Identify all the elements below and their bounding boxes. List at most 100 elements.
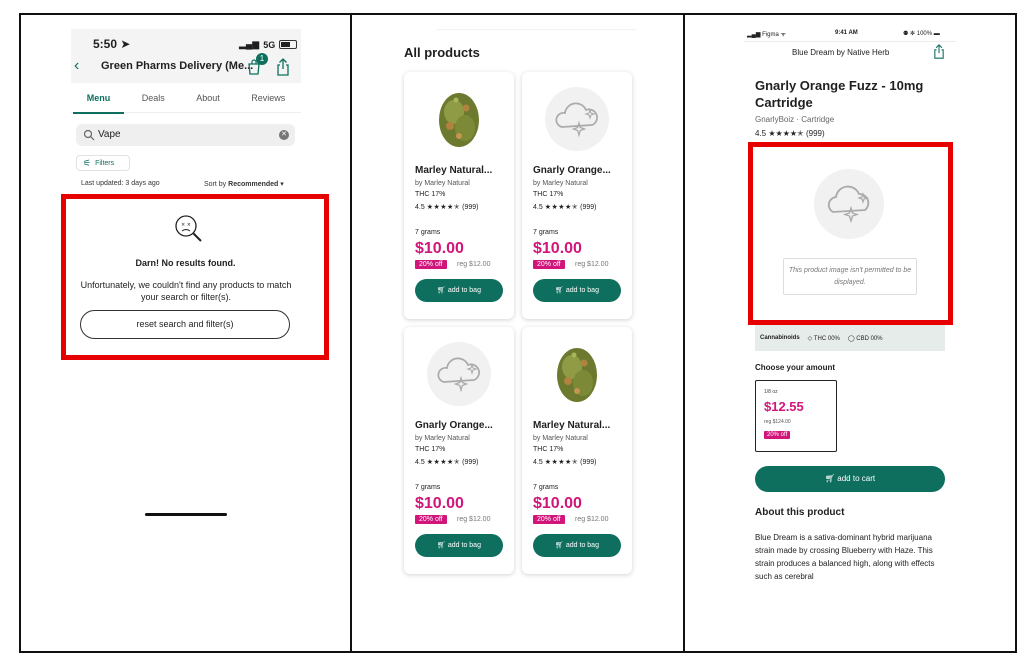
- stars-icon: ★★★★✭: [426, 459, 461, 466]
- highlight-box: [748, 142, 953, 325]
- product-image[interactable]: [426, 86, 492, 152]
- product-weight: 7 grams: [533, 229, 559, 236]
- product-brand: by Marley Natural: [415, 180, 470, 187]
- amount-option[interactable]: 1/8 oz $12.55 reg $124.00 20% off: [755, 380, 837, 452]
- discount-badge: 20% off: [415, 260, 447, 269]
- clear-search-icon[interactable]: ✕: [279, 130, 289, 140]
- product-card[interactable]: Gnarly Orange... by Marley Natural THC 17%…: [404, 327, 514, 574]
- stars-icon: ★★★★✭: [544, 459, 579, 466]
- stars-icon: ★★★★✭: [544, 204, 579, 211]
- product-thc: THC 17%: [415, 446, 446, 453]
- product-rating: 4.5 ★★★★✭ (999): [533, 204, 597, 211]
- regular-price: reg $12.00: [457, 516, 491, 523]
- status-battery: ⚉ ✻ 100% ▬: [903, 31, 940, 37]
- product-rating: 4.5 ★★★★✭ (999): [415, 459, 479, 466]
- top-divider: [437, 29, 637, 30]
- product-brand: by Marley Natural: [533, 435, 588, 442]
- cannabinoids-label: Cannabinoids: [760, 335, 800, 341]
- product-price: $10.00: [415, 240, 464, 257]
- filters-label: Filters: [95, 159, 115, 167]
- choose-amount-label: Choose your amount: [755, 363, 836, 372]
- image-placeholder-icon[interactable]: [544, 86, 610, 152]
- discount-badge: 20% off: [415, 515, 447, 524]
- all-products-screen: All products Marley Natural... by Marley …: [352, 15, 683, 651]
- svg-text:× ×: × ×: [181, 222, 191, 228]
- amount-discount-badge: 20% off: [764, 431, 791, 439]
- status-time: 5:50 ➤: [93, 37, 131, 51]
- product-brand: GnarlyBoiz · Cartridge: [755, 115, 835, 124]
- about-text: Blue Dream is a sativa-dominant hybrid m…: [755, 533, 935, 581]
- status-carrier: ▂▄▆ Figma ᯤ: [747, 32, 786, 38]
- status-time: 9:41 AM: [835, 30, 858, 36]
- discount-badge: 20% off: [533, 515, 565, 524]
- product-name[interactable]: Gnarly Orange...: [415, 420, 507, 431]
- share-icon[interactable]: [276, 58, 290, 76]
- product-price: $10.00: [415, 495, 464, 512]
- store-name: Blue Dream by Native Herb: [792, 48, 890, 57]
- search-results-screen: 5:50 ➤ ▂▄▆ 5G ‹ Green Pharms Delivery (M…: [21, 15, 350, 651]
- tab-reviews[interactable]: Reviews: [251, 91, 285, 113]
- product-weight: 7 grams: [533, 484, 559, 491]
- product-thc: THC 17%: [533, 446, 564, 453]
- regular-price: reg $12.00: [575, 261, 609, 268]
- network-label: 5G: [263, 39, 276, 50]
- sliders-icon: ⚟: [83, 157, 92, 168]
- product-thc: THC 17%: [415, 191, 446, 198]
- search-input[interactable]: Vape ✕: [76, 124, 295, 146]
- filters-button[interactable]: ⚟ Filters: [76, 155, 130, 171]
- no-results-message: Unfortunately, we couldn't find any prod…: [80, 280, 292, 302]
- battery-icon: [279, 40, 298, 49]
- product-image[interactable]: [544, 341, 610, 407]
- bag-count-badge: 1: [256, 53, 268, 65]
- no-results-icon: × ×: [175, 215, 202, 242]
- stars-icon: ★★★★✭: [768, 129, 804, 138]
- signal-icon: ▂▄▆: [239, 39, 260, 49]
- product-name[interactable]: Marley Natural...: [415, 165, 507, 176]
- cart-icon: 🛒︎: [437, 287, 446, 294]
- product-brand: by Marley Natural: [415, 435, 470, 442]
- product-card[interactable]: Marley Natural... by Marley Natural THC 17…: [404, 72, 514, 319]
- stars-icon: ★★★★✭: [426, 204, 461, 211]
- cart-icon: 🛒︎: [555, 287, 564, 294]
- amount-price: $12.55: [764, 399, 804, 414]
- section-title: All products: [404, 45, 480, 60]
- sort-dropdown[interactable]: Sort by Recommended ▾: [204, 180, 284, 188]
- tab-menu[interactable]: Menu: [73, 91, 124, 114]
- store-header: ‹ Green Pharms Delivery (Me... 1: [71, 53, 301, 81]
- product-name[interactable]: Marley Natural...: [533, 420, 625, 431]
- product-thc: THC 17%: [533, 191, 564, 198]
- product-price: $10.00: [533, 240, 582, 257]
- add-to-bag-button[interactable]: 🛒︎ add to bag: [415, 534, 503, 557]
- product-rating: 4.5 ★★★★✭ (999): [415, 204, 479, 211]
- product-weight: 7 grams: [415, 484, 441, 491]
- cbd-value: ◯ CBD 00%: [847, 335, 883, 342]
- add-to-bag-button[interactable]: 🛒︎ add to bag: [415, 279, 503, 302]
- image-placeholder-icon[interactable]: [426, 341, 492, 407]
- regular-price: reg $12.00: [575, 516, 609, 523]
- about-title: About this product: [755, 507, 845, 518]
- cart-icon: 🛒︎: [824, 474, 836, 483]
- regular-price: reg $12.00: [457, 261, 491, 268]
- share-icon[interactable]: [933, 44, 945, 59]
- menu-tabs: Menu Deals About Reviews: [71, 91, 301, 114]
- add-to-bag-button[interactable]: 🛒︎ add to bag: [533, 279, 621, 302]
- tab-deals[interactable]: Deals: [142, 91, 165, 113]
- product-rating[interactable]: 4.5 ★★★★✭ (999): [755, 129, 825, 138]
- product-price: $10.00: [533, 495, 582, 512]
- home-indicator[interactable]: [145, 513, 227, 516]
- back-chevron-icon[interactable]: ‹: [74, 57, 79, 75]
- product-title: Gnarly Orange Fuzz - 10mg Cartridge: [755, 78, 924, 110]
- amount-size: 1/8 oz: [764, 389, 778, 395]
- add-to-cart-button[interactable]: 🛒︎ add to cart: [755, 466, 945, 492]
- cannabinoids-bar: Cannabinoids ◇ THC 00% ◯ CBD 00%: [755, 325, 945, 351]
- reset-filters-button[interactable]: reset search and filter(s): [80, 310, 290, 339]
- add-to-bag-button[interactable]: 🛒︎ add to bag: [533, 534, 621, 557]
- product-name[interactable]: Gnarly Orange...: [533, 165, 625, 176]
- search-icon: [83, 129, 95, 141]
- cart-icon: 🛒︎: [437, 542, 446, 549]
- product-rating: 4.5 ★★★★✭ (999): [533, 459, 597, 466]
- product-card[interactable]: Gnarly Orange... by Marley Natural THC 17%…: [522, 72, 632, 319]
- product-card[interactable]: Marley Natural... by Marley Natural THC 17…: [522, 327, 632, 574]
- product-weight: 7 grams: [415, 229, 441, 236]
- tab-about[interactable]: About: [196, 91, 220, 113]
